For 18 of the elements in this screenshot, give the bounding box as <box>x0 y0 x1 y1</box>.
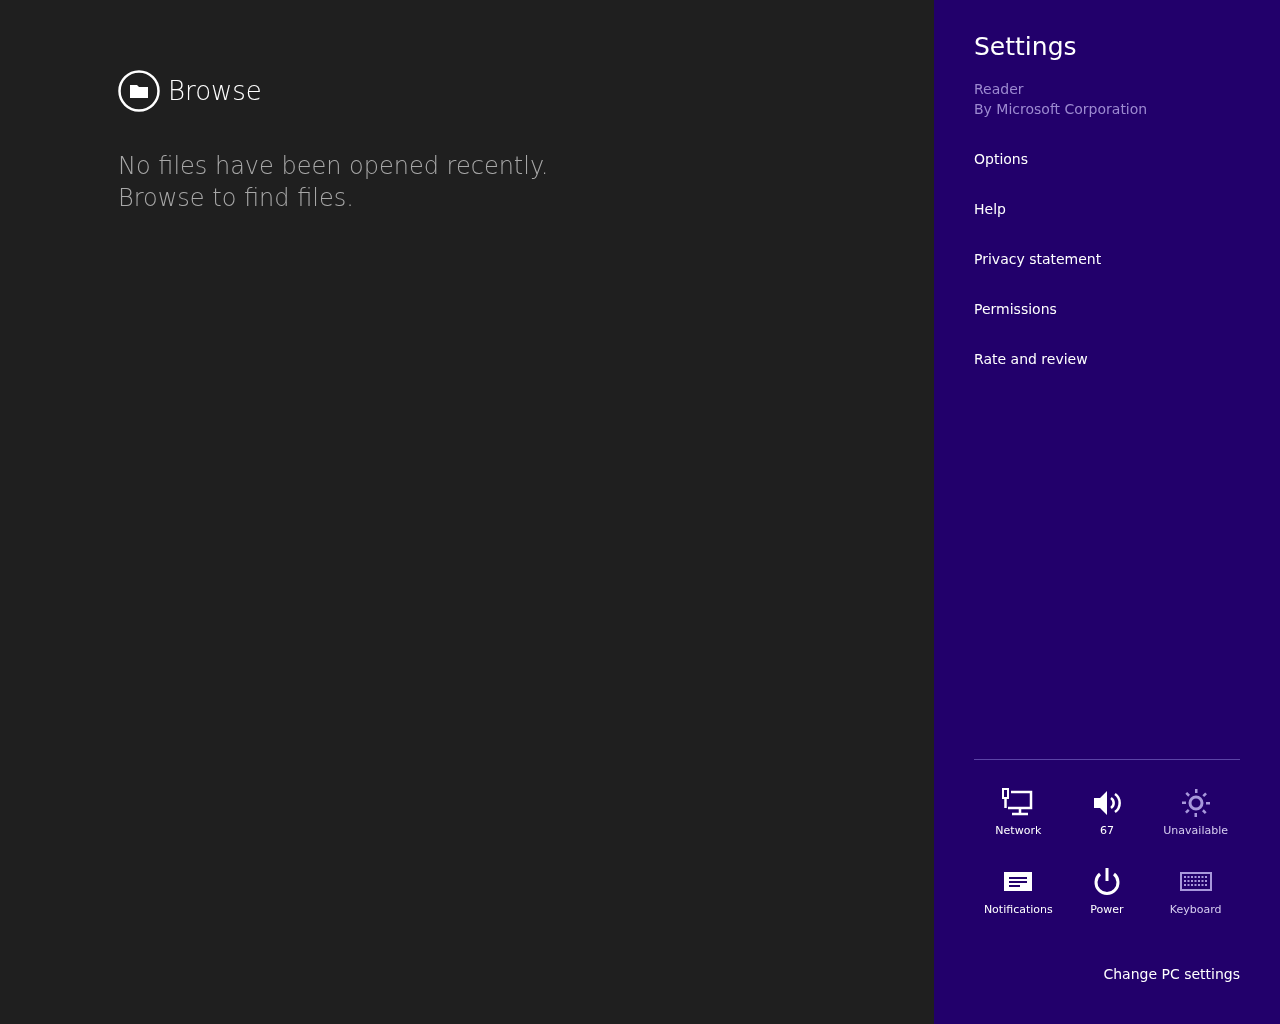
settings-link[interactable]: Options <box>974 134 1029 184</box>
settings-link[interactable]: Permissions <box>974 284 1057 334</box>
browse-button[interactable]: Browse <box>118 70 262 112</box>
quick-setting-tile[interactable]: Network <box>974 788 1063 837</box>
pane-title: Settings <box>974 32 1078 61</box>
app-name: Reader <box>974 80 1025 99</box>
settings-link[interactable]: Rate and review <box>974 334 1088 384</box>
empty-message: No files have been opened recently. Browse to find files. <box>118 151 550 214</box>
settings-link[interactable]: Help <box>974 184 1006 234</box>
quick-setting-tile[interactable]: Power <box>1062 867 1152 916</box>
publisher: By Microsoft Corporation <box>974 100 1149 119</box>
quick-setting-tile[interactable]: 67 <box>1062 788 1152 837</box>
folder-icon <box>118 70 160 112</box>
sun-icon <box>1179 788 1212 818</box>
quick-setting-tile[interactable]: Notifications <box>974 867 1063 916</box>
settings-link[interactable]: Privacy statement <box>974 234 1102 284</box>
monitor-icon <box>1002 788 1035 818</box>
change-pc-settings-link[interactable]: Change PC settings <box>1103 966 1240 1024</box>
